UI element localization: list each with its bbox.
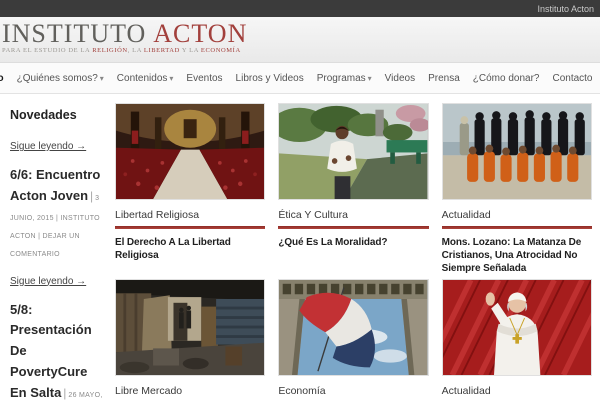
article-card: Libre Mercado La Economía De Mercado: Un (115, 279, 266, 400)
article-category[interactable]: Libre Mercado (115, 385, 265, 397)
article-card: Libertad Religiosa El Derecho A La Liber… (115, 103, 266, 279)
article-title[interactable]: Mons. Lozano: La Matanza De Cristianos, … (442, 236, 592, 275)
chevron-down-icon: ▾ (367, 73, 372, 83)
article-card: Actualidad Benedicto XVI Y Una Interesan… (441, 279, 592, 400)
article-image-link[interactable] (278, 103, 429, 200)
article-title[interactable]: ¿Qué Es La Moralidad? (278, 236, 428, 249)
article-title[interactable]: El Derecho A La Libertad Religiosa (115, 236, 265, 262)
article-category[interactable]: Actualidad (442, 209, 592, 221)
nav-item-quienes-somos[interactable]: ¿Quiénes somos? ▾ (17, 73, 104, 84)
site-header: INSTITUTO ACTON PARA EL ESTUDIO DE LA REL… (0, 17, 600, 63)
french-flag-arch-photo (279, 280, 428, 375)
nav-item-prensa[interactable]: Prensa (428, 73, 460, 84)
article-category[interactable]: Ética Y Cultura (278, 209, 428, 221)
article-image-link[interactable] (278, 279, 429, 376)
sidebar-post-title[interactable]: 6/6: Encuentro Acton Joven (10, 167, 100, 203)
tagline-part: , LA (127, 47, 144, 54)
sidebar-post: 5/8: Presentación De PovertyCure En Salt… (10, 300, 105, 400)
content-area: Novedades Sigue leyendo → 6/6: Encuentro… (0, 94, 600, 400)
sidebar-heading: Novedades (10, 108, 77, 122)
nav-item-libros-y-videos[interactable]: Libros y Videos (236, 73, 304, 84)
nav-item-como-donar[interactable]: ¿Cómo donar? (473, 73, 540, 84)
main-nav: Inicio ¿Quiénes somos?▾ Contenidos▾ Even… (0, 63, 600, 94)
separator: | (63, 385, 67, 400)
news-sidebar: Novedades Sigue leyendo → 6/6: Encuentro… (10, 103, 111, 400)
chevron-down-icon: ▾ (169, 73, 174, 83)
article-category[interactable]: Actualidad (442, 385, 592, 397)
nav-label: Contenidos (116, 72, 168, 84)
nav-item-inicio[interactable]: Inicio (0, 73, 4, 84)
man-speaking-in-park-photo (279, 104, 428, 199)
sidebar-post-title[interactable]: 5/8: Presentación De PovertyCure En Salt… (10, 302, 92, 400)
article-category[interactable]: Libertad Religiosa (115, 209, 265, 221)
prisoners-orange-jumpsuits-photo (442, 104, 591, 199)
red-divider (115, 226, 266, 229)
tagline-part: PARA EL ESTUDIO DE LA (2, 47, 93, 54)
article-category[interactable]: Economía (278, 385, 428, 397)
chevron-down-icon: ▾ (99, 73, 104, 83)
logo-tagline: PARA EL ESTUDIO DE LA RELIGIÓN, LA LIBER… (2, 47, 600, 55)
tagline-part-religion: RELIGIÓN (92, 47, 128, 54)
nav-item-videos[interactable]: Videos (385, 73, 415, 84)
sidebar-post: 6/6: Encuentro Acton Joven | 3 JUNIO, 2015… (10, 165, 105, 261)
article-image-link[interactable] (115, 279, 266, 376)
tagline-part-libertad: LIBERTAD (143, 47, 180, 54)
article-image-link[interactable] (441, 279, 592, 376)
article-image-link[interactable] (441, 103, 592, 200)
logo-text: INSTITUTO ACTON (2, 21, 600, 47)
article-image-link[interactable] (115, 103, 266, 200)
read-more-link[interactable]: Sigue leyendo → (10, 141, 86, 152)
logo-word-instituto: INSTITUTO (2, 19, 147, 48)
read-more-link[interactable]: Sigue leyendo → (10, 276, 86, 287)
article-card: Economía La Auténtica Bomba De Tiempo (278, 279, 429, 400)
nav-item-contenidos[interactable]: Contenidos ▾ (117, 73, 174, 84)
article-grid: Libertad Religiosa El Derecho A La Liber… (115, 103, 592, 400)
nav-label: ¿Quiénes somos? (16, 72, 98, 84)
admin-topbar: Instituto Acton (0, 0, 600, 17)
slum-shantytown-photo (116, 280, 265, 375)
site-logo[interactable]: INSTITUTO ACTON PARA EL ESTUDIO DE LA REL… (2, 21, 600, 55)
article-card: Ética Y Cultura ¿Qué Es La Moralidad? (278, 103, 429, 279)
logo-word-acton: ACTON (153, 19, 248, 48)
article-card: Actualidad Mons. Lozano: La Matanza De C… (441, 103, 592, 279)
nav-item-programas[interactable]: Programas ▾ (317, 73, 372, 84)
cathedral-cardinals-photo (116, 104, 265, 199)
nav-item-eventos[interactable]: Eventos (186, 73, 222, 84)
red-divider (441, 226, 592, 229)
nav-item-contacto[interactable]: Contacto (552, 73, 592, 84)
topbar-site-link[interactable]: Instituto Acton (537, 4, 594, 14)
separator: | (90, 188, 94, 203)
tagline-part: Y LA (179, 47, 201, 54)
nav-label: Programas (316, 72, 366, 84)
red-divider (278, 226, 429, 229)
sidebar-post-meta[interactable]: 3 JUNIO, 2015 | INSTITUTO ACTON | DEJAR … (10, 195, 100, 258)
pope-benedict-photo (442, 280, 591, 375)
tagline-part-economia: ECONOMÍA (200, 47, 241, 54)
